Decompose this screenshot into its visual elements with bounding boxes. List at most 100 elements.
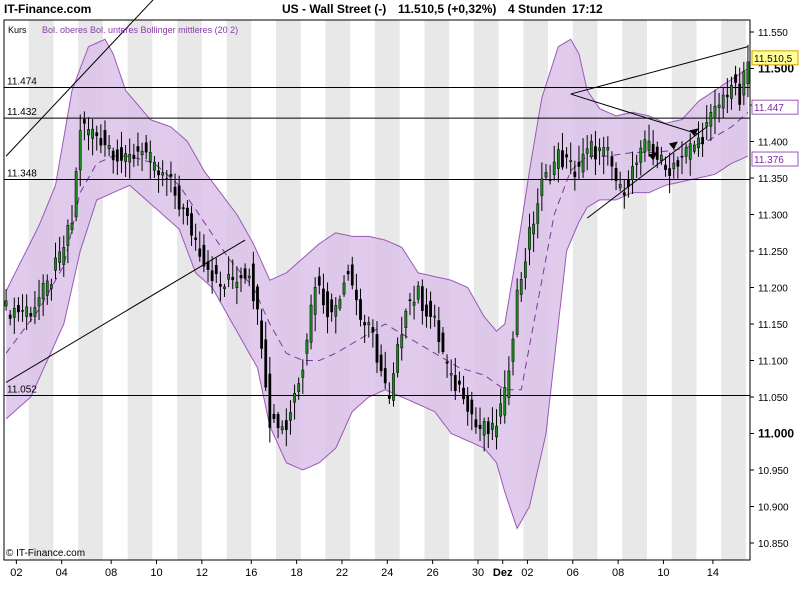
candle-body	[400, 334, 404, 349]
y-tick-label: 11.050	[758, 393, 788, 404]
y-tick-label: 11.350	[758, 174, 788, 185]
candle-body	[437, 320, 441, 343]
candle-body	[70, 222, 74, 231]
x-tick-label: 24	[381, 567, 393, 579]
candle-body	[523, 261, 527, 278]
candle-body	[664, 164, 667, 170]
candle-body	[111, 150, 115, 161]
candle-body	[202, 244, 206, 267]
candle-body	[41, 283, 45, 299]
candle-body	[218, 283, 222, 287]
candle-body	[128, 154, 132, 163]
candle-body	[713, 105, 717, 119]
candle-body	[371, 327, 375, 333]
candle-body	[33, 307, 37, 317]
candle-body	[396, 344, 399, 373]
x-tick-label: 30	[472, 567, 484, 579]
x-tick-label: 02	[521, 567, 533, 579]
candle-body	[725, 94, 729, 98]
candlestick-chart: 11.47411.43211.34811.052 11.55011.50011.…	[3, 0, 799, 579]
candle-body	[120, 147, 123, 161]
candle-body	[519, 279, 523, 295]
candle-body	[239, 275, 243, 279]
candle-body	[408, 299, 412, 302]
candle-body	[289, 412, 292, 421]
candle-body	[458, 380, 461, 385]
candle-body	[416, 285, 420, 300]
candle-body	[507, 370, 511, 398]
candle-body	[4, 300, 8, 307]
candle-body	[350, 264, 354, 286]
candle-body	[627, 179, 630, 187]
candle-body	[412, 301, 416, 306]
candle-body	[478, 424, 482, 429]
candle-body	[29, 313, 33, 317]
candle-body	[309, 304, 313, 343]
candle-body	[66, 224, 70, 246]
candle-body	[622, 192, 626, 196]
level-label: 11.474	[7, 76, 37, 87]
candle-body	[404, 310, 408, 328]
candle-body	[425, 304, 428, 317]
candle-body	[276, 414, 280, 429]
candle-body	[474, 419, 478, 428]
candle-body	[581, 153, 585, 173]
candle-body	[293, 392, 296, 403]
candle-body	[194, 237, 198, 241]
candle-body	[387, 396, 391, 399]
candle-body	[198, 248, 202, 257]
candle-body	[338, 299, 342, 309]
candle-body	[268, 373, 272, 428]
candle-body	[688, 143, 692, 160]
candle-body	[284, 420, 288, 430]
candle-body	[618, 184, 622, 189]
candle-body	[598, 147, 601, 152]
candle-body	[515, 289, 519, 335]
candle-body	[536, 203, 540, 224]
candle-body	[210, 270, 214, 282]
candle-body	[190, 213, 193, 236]
candle-body	[181, 207, 185, 209]
candle-body	[342, 282, 346, 295]
candle-body	[375, 334, 379, 363]
candle-body	[235, 281, 239, 288]
level-label: 11.052	[7, 385, 37, 396]
candle-body	[74, 171, 78, 218]
candle-body	[491, 423, 494, 430]
candle-body	[346, 270, 350, 275]
candle-body	[692, 144, 696, 152]
candle-body	[169, 174, 173, 177]
candle-body	[482, 421, 486, 436]
candle-body	[709, 111, 713, 127]
candle-body	[82, 119, 86, 124]
candle-body	[8, 314, 12, 319]
candle-body	[746, 61, 750, 85]
y-tick-label: 10.900	[758, 503, 789, 514]
candle-body	[569, 160, 573, 163]
x-tick-label: 26	[427, 567, 439, 579]
candle-body	[449, 373, 453, 376]
candle-body	[561, 150, 564, 168]
candle-body	[124, 153, 127, 162]
candle-body	[614, 168, 618, 182]
x-tick-label: 14	[707, 567, 719, 579]
candle-body	[37, 297, 41, 307]
candle-body	[140, 151, 144, 156]
candle-body	[462, 387, 465, 400]
y-tick-label: 11.250	[758, 247, 788, 258]
x-tick-label: 08	[612, 567, 624, 579]
candle-body	[647, 140, 651, 151]
candle-body	[643, 139, 647, 153]
candle-body	[144, 142, 148, 153]
candle-body	[470, 399, 474, 415]
y-tick-label: 10.950	[758, 466, 789, 477]
candle-body	[136, 146, 140, 152]
candle-body	[701, 136, 704, 145]
x-tick-label: 02	[10, 567, 22, 579]
candle-body	[511, 338, 515, 362]
copyright: © IT-Finance.com	[6, 548, 85, 559]
candle-body	[738, 83, 742, 105]
y-tick-label: 11.400	[758, 138, 788, 149]
candle-body	[585, 148, 589, 154]
level-label: 11.348	[7, 168, 37, 179]
